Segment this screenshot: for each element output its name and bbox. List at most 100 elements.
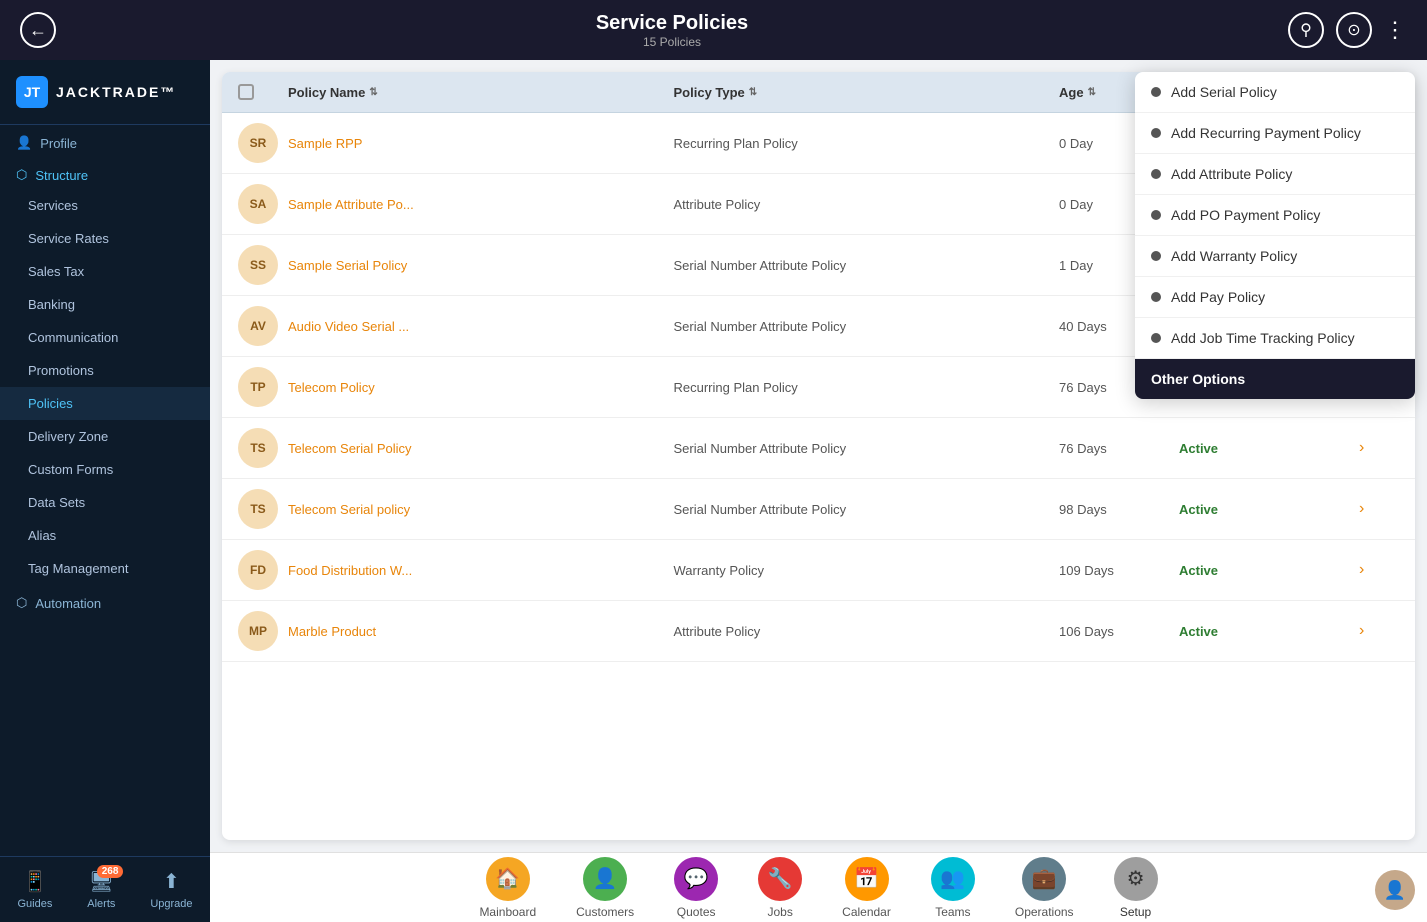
chevron-right-icon[interactable]: › bbox=[1359, 561, 1364, 578]
dropdown-item-label-6: Add Job Time Tracking Policy bbox=[1171, 330, 1355, 346]
dropdown-item-0[interactable]: Add Serial Policy bbox=[1135, 72, 1415, 113]
page-subtitle: 15 Policies bbox=[596, 35, 748, 49]
sidebar-item-custom-forms[interactable]: Custom Forms bbox=[0, 453, 210, 486]
sidebar-upgrade[interactable]: ⬆ Upgrade bbox=[150, 869, 192, 910]
dropdown-dot-icon bbox=[1151, 333, 1161, 343]
alerts-badge: 268 bbox=[97, 865, 124, 878]
more-options-button[interactable]: ⋮ bbox=[1384, 17, 1407, 43]
back-button[interactable]: ← bbox=[20, 12, 56, 48]
guides-label: Guides bbox=[17, 898, 52, 910]
policy-name-2[interactable]: Sample Serial Policy bbox=[288, 258, 674, 273]
header-center: Service Policies 15 Policies bbox=[596, 12, 748, 49]
sidebar-item-policies[interactable]: Policies bbox=[0, 387, 210, 420]
sidebar-item-services[interactable]: Services bbox=[0, 189, 210, 222]
policy-name-6[interactable]: Telecom Serial policy bbox=[288, 502, 674, 517]
dropdown-dot-icon bbox=[1151, 210, 1161, 220]
sort-age-icon[interactable]: ⇅ bbox=[1088, 87, 1096, 98]
sort-policy-name-icon[interactable]: ⇅ bbox=[369, 87, 377, 98]
filter-button[interactable]: ⊙ bbox=[1336, 12, 1372, 48]
dropdown-item-label-4: Add Warranty Policy bbox=[1171, 248, 1297, 264]
policy-name-1[interactable]: Sample Attribute Po... bbox=[288, 197, 674, 212]
dropdown-dot-icon bbox=[1151, 169, 1161, 179]
policy-name-7[interactable]: Food Distribution W... bbox=[288, 563, 674, 578]
sidebar-section-profile[interactable]: 👤 Profile bbox=[0, 125, 210, 157]
chevron-right-icon[interactable]: › bbox=[1359, 500, 1364, 517]
upgrade-icon: ⬆ bbox=[163, 869, 180, 894]
select-all-checkbox[interactable] bbox=[238, 84, 254, 100]
dropdown-menu: Add Serial Policy Add Recurring Payment … bbox=[1135, 72, 1415, 399]
sidebar-item-service-rates[interactable]: Service Rates bbox=[0, 222, 210, 255]
bottom-nav-calendar[interactable]: 📅 Calendar bbox=[842, 857, 891, 919]
dropdown-item-3[interactable]: Add PO Payment Policy bbox=[1135, 195, 1415, 236]
automation-icon: ⬡ bbox=[16, 595, 27, 611]
sidebar-item-sales-tax[interactable]: Sales Tax bbox=[0, 255, 210, 288]
nav-label-teams: Teams bbox=[935, 905, 970, 919]
dropdown-item-2[interactable]: Add Attribute Policy bbox=[1135, 154, 1415, 195]
avatar-circle: TS bbox=[238, 489, 278, 529]
dropdown-item-6[interactable]: Add Job Time Tracking Policy bbox=[1135, 318, 1415, 359]
policy-chevron-8[interactable]: › bbox=[1359, 622, 1399, 640]
nav-icon-customers: 👤 bbox=[583, 857, 627, 901]
col-age-label: Age bbox=[1059, 85, 1084, 100]
bottom-nav-customers[interactable]: 👤 Customers bbox=[576, 857, 634, 919]
chevron-right-icon[interactable]: › bbox=[1359, 439, 1364, 456]
table-row: MP Marble Product Attribute Policy 106 D… bbox=[222, 601, 1415, 662]
main-layout: JT JACKTRADE™ 👤 Profile ⬡ Structure Serv… bbox=[0, 60, 1427, 922]
nav-label-calendar: Calendar bbox=[842, 905, 891, 919]
dropdown-item-label-1: Add Recurring Payment Policy bbox=[1171, 125, 1361, 141]
sidebar-alerts[interactable]: 🖥 268 Alerts bbox=[87, 869, 115, 910]
sidebar-item-alias[interactable]: Alias bbox=[0, 519, 210, 552]
sidebar-section-structure[interactable]: ⬡ Structure bbox=[0, 157, 210, 189]
bottom-nav-teams[interactable]: 👥 Teams bbox=[931, 857, 975, 919]
nav-label-setup: Setup bbox=[1120, 905, 1151, 919]
logo-text: JACKTRADE™ bbox=[56, 84, 176, 100]
bottom-nav-setup[interactable]: ⚙ Setup bbox=[1114, 857, 1158, 919]
bottom-nav-jobs[interactable]: 🔧 Jobs bbox=[758, 857, 802, 919]
policy-status-5: Active bbox=[1179, 441, 1359, 456]
sidebar-guides[interactable]: 📱 Guides bbox=[17, 869, 52, 910]
policy-type-6: Serial Number Attribute Policy bbox=[674, 502, 1060, 517]
policy-name-5[interactable]: Telecom Serial Policy bbox=[288, 441, 674, 456]
policy-chevron-7[interactable]: › bbox=[1359, 561, 1399, 579]
policy-age-5: 76 Days bbox=[1059, 441, 1179, 456]
sidebar-item-banking[interactable]: Banking bbox=[0, 288, 210, 321]
nav-icon-calendar: 📅 bbox=[845, 857, 889, 901]
policy-status-8: Active bbox=[1179, 624, 1359, 639]
policy-name-4[interactable]: Telecom Policy bbox=[288, 380, 674, 395]
bottom-nav-quotes[interactable]: 💬 Quotes bbox=[674, 857, 718, 919]
avatar-circle: SS bbox=[238, 245, 278, 285]
top-header: ← Service Policies 15 Policies ⚲ ⊙ ⋮ bbox=[0, 0, 1427, 60]
header-left: ← bbox=[20, 12, 56, 48]
row-avatar: TS bbox=[238, 428, 288, 468]
sidebar-profile-label: Profile bbox=[40, 136, 77, 151]
dropdown-item-1[interactable]: Add Recurring Payment Policy bbox=[1135, 113, 1415, 154]
policy-chevron-6[interactable]: › bbox=[1359, 500, 1399, 518]
other-options-button[interactable]: Other Options bbox=[1135, 359, 1415, 399]
bottom-nav-operations[interactable]: 💼 Operations bbox=[1015, 857, 1074, 919]
sidebar-item-promotions[interactable]: Promotions bbox=[0, 354, 210, 387]
policy-name-3[interactable]: Audio Video Serial ... bbox=[288, 319, 674, 334]
sidebar-structure-label: Structure bbox=[35, 168, 88, 183]
table-row: FD Food Distribution W... Warranty Polic… bbox=[222, 540, 1415, 601]
dropdown-item-label-5: Add Pay Policy bbox=[1171, 289, 1265, 305]
nav-icon-mainboard: 🏠 bbox=[486, 857, 530, 901]
sidebar-item-delivery-zone[interactable]: Delivery Zone bbox=[0, 420, 210, 453]
bottom-nav-mainboard[interactable]: 🏠 Mainboard bbox=[479, 857, 536, 919]
row-avatar: SA bbox=[238, 184, 288, 224]
chevron-right-icon[interactable]: › bbox=[1359, 622, 1364, 639]
dropdown-item-5[interactable]: Add Pay Policy bbox=[1135, 277, 1415, 318]
dropdown-item-4[interactable]: Add Warranty Policy bbox=[1135, 236, 1415, 277]
policy-type-5: Serial Number Attribute Policy bbox=[674, 441, 1060, 456]
policy-chevron-5[interactable]: › bbox=[1359, 439, 1399, 457]
search-button[interactable]: ⚲ bbox=[1288, 12, 1324, 48]
sidebar-item-communication[interactable]: Communication bbox=[0, 321, 210, 354]
sidebar-item-data-sets[interactable]: Data Sets bbox=[0, 486, 210, 519]
sort-policy-type-icon[interactable]: ⇅ bbox=[749, 87, 757, 98]
sidebar-section-automation[interactable]: ⬡ Automation bbox=[0, 585, 210, 617]
sidebar-item-tag-management[interactable]: Tag Management bbox=[0, 552, 210, 585]
policy-type-3: Serial Number Attribute Policy bbox=[674, 319, 1060, 334]
policy-name-0[interactable]: Sample RPP bbox=[288, 136, 674, 151]
policy-name-8[interactable]: Marble Product bbox=[288, 624, 674, 639]
row-avatar: TP bbox=[238, 367, 288, 407]
user-avatar[interactable]: 👤 bbox=[1375, 870, 1415, 910]
